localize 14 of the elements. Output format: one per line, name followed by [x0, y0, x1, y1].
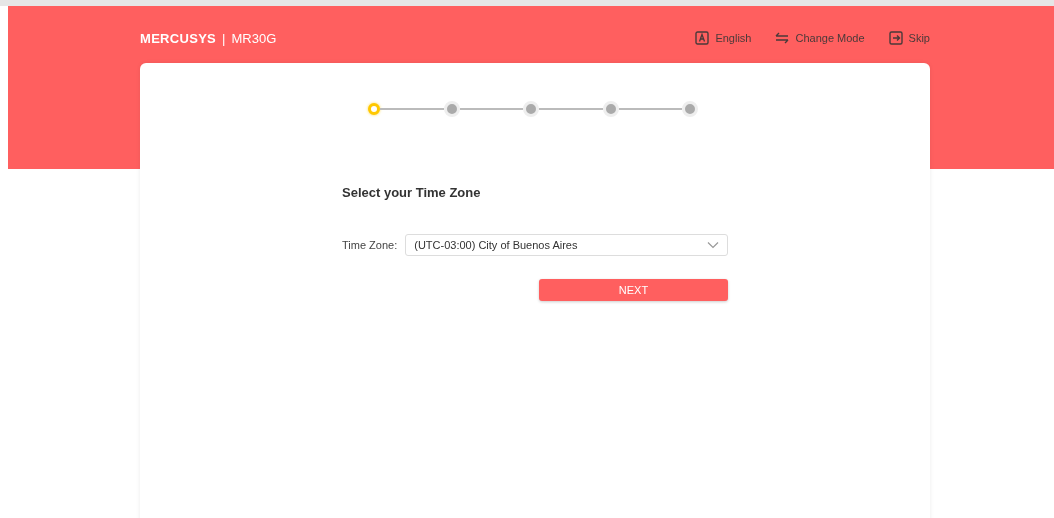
chevron-down-icon	[707, 241, 719, 249]
exit-icon	[888, 31, 903, 45]
skip-button[interactable]: Skip	[888, 31, 930, 45]
next-button[interactable]: NEXT	[539, 279, 728, 301]
model-name: MR30G	[231, 30, 277, 46]
mode-button[interactable]: Change Mode	[775, 31, 865, 45]
section-title: Select your Time Zone	[342, 185, 482, 200]
brand-logo: MERCUSYS	[140, 30, 217, 46]
language-button[interactable]: English	[695, 31, 752, 45]
separator: |	[222, 30, 226, 46]
letter-a-icon	[695, 31, 710, 45]
time-zone-select[interactable]: (UTC-03:00) City of Buenos Aires	[405, 234, 728, 256]
swap-arrows-icon	[775, 31, 790, 45]
field-label: Time Zone:	[342, 239, 398, 251]
